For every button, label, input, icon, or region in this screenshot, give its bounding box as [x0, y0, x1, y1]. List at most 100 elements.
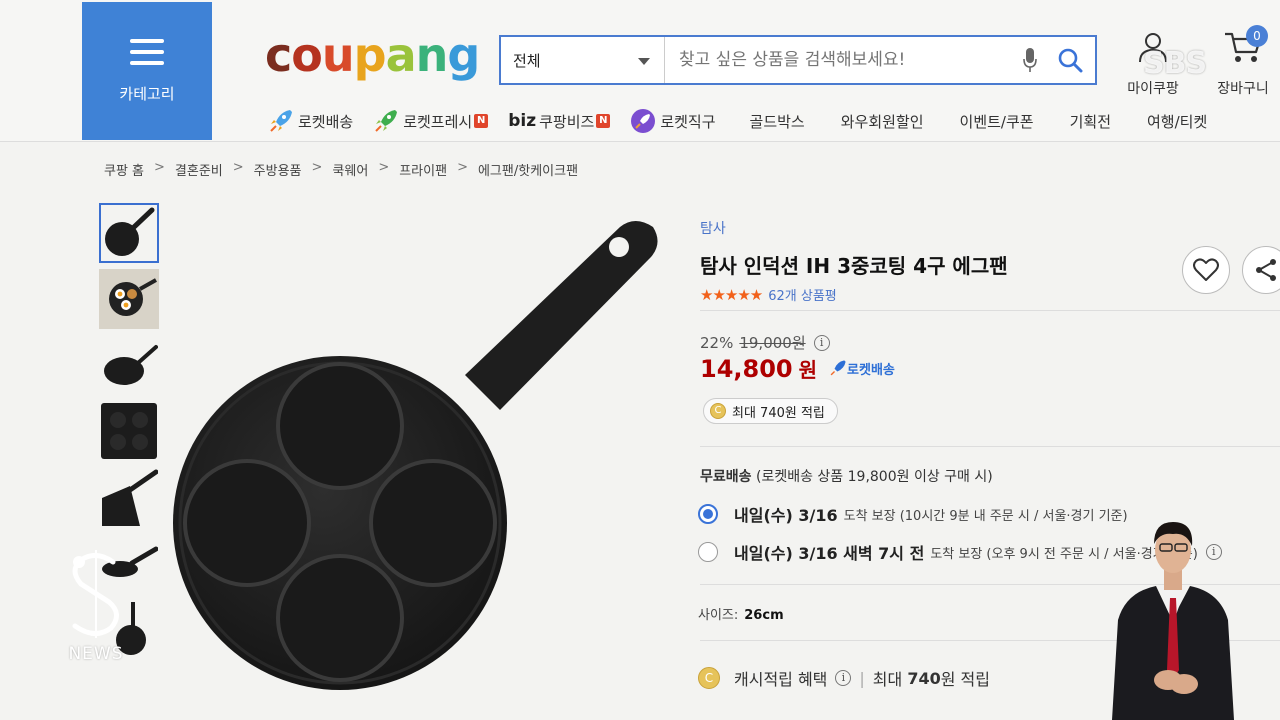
new-badge: N: [596, 114, 611, 128]
cash-label: 캐시적립 혜택: [734, 670, 828, 689]
coupang-logo[interactable]: coupang: [265, 28, 480, 82]
breadcrumb-item[interactable]: 주방용품: [254, 160, 302, 179]
breadcrumb: 쿠팡 홈 > 결혼준비 > 주방용품 > 쿡웨어 > 프라이팬 > 에그팬/핫케이크팬: [104, 160, 578, 179]
logo-letter: p: [353, 28, 387, 82]
nav-rocket-fresh[interactable]: 로켓프레시 N: [373, 108, 489, 134]
info-icon[interactable]: i: [835, 670, 852, 686]
nav-events[interactable]: 이벤트/쿠폰: [960, 111, 1034, 132]
category-nav: 로켓배송 로켓프레시 N biz 쿠팡비즈 N 로켓직구 골드박스 와우회원할인…: [268, 108, 1207, 134]
sale-price: 14,800 원 로켓배송: [700, 354, 895, 383]
coin-icon: C: [710, 403, 726, 419]
microphone-icon[interactable]: [1015, 47, 1045, 73]
rocket-icon: [830, 360, 846, 376]
nav-label: 로켓프레시: [403, 112, 473, 131]
delivery-option-label: 내일(수) 3/16: [734, 506, 838, 525]
free-shipping-label: 무료배송: [700, 469, 752, 485]
product-thumbnail[interactable]: [99, 467, 159, 527]
breadcrumb-separator: >: [154, 160, 165, 175]
rating-stars: ★★★★★: [700, 285, 763, 304]
nav-coupang-biz[interactable]: biz 쿠팡비즈 N: [508, 111, 611, 132]
caret-down-icon: [638, 58, 650, 65]
review-count-link[interactable]: 62개 상품평: [768, 285, 837, 304]
cart-link[interactable]: 0 장바구니: [1208, 25, 1278, 98]
search-scope-label: 전체: [513, 51, 541, 70]
nav-label: 로켓직구: [660, 112, 716, 131]
nav-rocket-delivery[interactable]: 로켓배송: [268, 108, 353, 134]
new-badge: N: [474, 114, 489, 128]
logo-letter: g: [447, 28, 480, 82]
size-info: 사이즈: 26cm: [698, 604, 784, 623]
wishlist-button[interactable]: [1182, 246, 1230, 294]
nav-travel[interactable]: 여행/티켓: [1147, 111, 1207, 132]
search-bar: 전체: [499, 35, 1097, 85]
category-menu-button[interactable]: 카테고리: [82, 2, 212, 140]
search-scope-select[interactable]: 전체: [501, 37, 665, 83]
breadcrumb-item[interactable]: 쿠팡 홈: [104, 160, 144, 179]
breadcrumb-separator: >: [232, 160, 244, 175]
rocket-fresh-icon: [373, 108, 399, 134]
product-thumbnail[interactable]: [99, 269, 159, 329]
category-label: 카테고리: [119, 84, 175, 103]
free-shipping-info: 무료배송 (로켓배송 상품 19,800원 이상 구매 시): [700, 466, 993, 486]
price-amount: 14,800: [700, 355, 793, 383]
price-unit: 원: [798, 358, 818, 382]
rocket-delivery-badge: 로켓배송: [829, 359, 895, 378]
logo-letter: o: [291, 28, 323, 82]
divider: [700, 446, 1280, 447]
site-header: 카테고리 coupang 전체 마이쿠팡 SBS 0 장바구니 로켓배송: [0, 0, 1280, 142]
delivery-option[interactable]: 내일(수) 3/16 도착 보장 (10시간 9분 내 주문 시 / 서울·경기…: [698, 502, 1128, 526]
radio-selected[interactable]: [698, 504, 718, 524]
nav-label: 기획전: [1069, 112, 1111, 131]
search-icon[interactable]: [1045, 47, 1095, 73]
logo-letter: a: [385, 28, 417, 82]
reward-text: 최대 740원 적립: [732, 405, 825, 421]
hamburger-icon: [130, 38, 164, 65]
logo-letter: c: [265, 28, 292, 82]
search-input[interactable]: [665, 37, 1015, 83]
cash-amount: 740: [907, 668, 941, 688]
my-coupang-label: 마이쿠팡: [1127, 81, 1179, 97]
brand-link[interactable]: 탐사: [700, 218, 1280, 238]
nav-label: 쿠팡비즈: [539, 112, 595, 131]
nav-goldbox[interactable]: 골드박스: [750, 111, 805, 132]
s-logo-icon: [72, 550, 119, 638]
product-thumbnail[interactable]: [99, 335, 159, 395]
nav-label: 골드박스: [749, 112, 805, 131]
delivery-option-label: 내일(수) 3/16 새벽 7시 전: [734, 544, 925, 563]
cart-count-badge: 0: [1246, 25, 1268, 47]
product-thumbnail[interactable]: [99, 401, 159, 461]
biz-logo: biz: [508, 111, 537, 131]
size-label: 사이즈:: [698, 608, 739, 623]
nav-label: 여행/티켓: [1147, 112, 1208, 131]
breadcrumb-separator: >: [457, 160, 468, 175]
size-value: 26cm: [744, 608, 784, 623]
breadcrumb-item[interactable]: 프라이팬: [399, 160, 447, 179]
info-icon[interactable]: i: [813, 334, 830, 351]
cash-reward: C 캐시적립 혜택 i | 최대 740 원 적립: [698, 666, 990, 690]
breadcrumb-item[interactable]: 결혼준비: [175, 160, 223, 179]
rocket-icon: [268, 108, 294, 134]
news-logo: NEWS: [56, 548, 136, 664]
cash-prefix: 최대: [872, 670, 903, 689]
sign-language-interpreter: [1106, 520, 1240, 720]
breadcrumb-separator: >: [311, 160, 323, 175]
original-price: 19,000원: [739, 334, 806, 352]
nav-rocket-direct[interactable]: 로켓직구: [630, 108, 716, 134]
divider: [700, 310, 1280, 311]
nav-special[interactable]: 기획전: [1070, 111, 1111, 132]
cash-suffix: 원 적립: [940, 670, 990, 689]
logo-letter: n: [415, 28, 449, 82]
nav-wow-sale[interactable]: 와우회원할인: [841, 111, 924, 132]
discount-info: 22% 19,000원 i: [700, 332, 830, 353]
nav-label: 이벤트/쿠폰: [959, 112, 1034, 131]
breadcrumb-item[interactable]: 쿡웨어: [332, 160, 368, 179]
discount-rate: 22%: [700, 333, 734, 352]
breadcrumb-item[interactable]: 에그팬/핫케이크팬: [478, 160, 578, 179]
rocket-direct-icon: [630, 108, 656, 134]
product-thumbnail[interactable]: [99, 203, 159, 263]
delivery-option-detail: 도착 보장 (10시간 9분 내 주문 시 / 서울·경기 기준): [843, 508, 1128, 524]
broadcaster-watermark: SBS: [1143, 46, 1207, 81]
coin-icon: C: [698, 667, 720, 689]
radio-unselected[interactable]: [698, 542, 718, 562]
product-main-image[interactable]: [165, 205, 665, 705]
